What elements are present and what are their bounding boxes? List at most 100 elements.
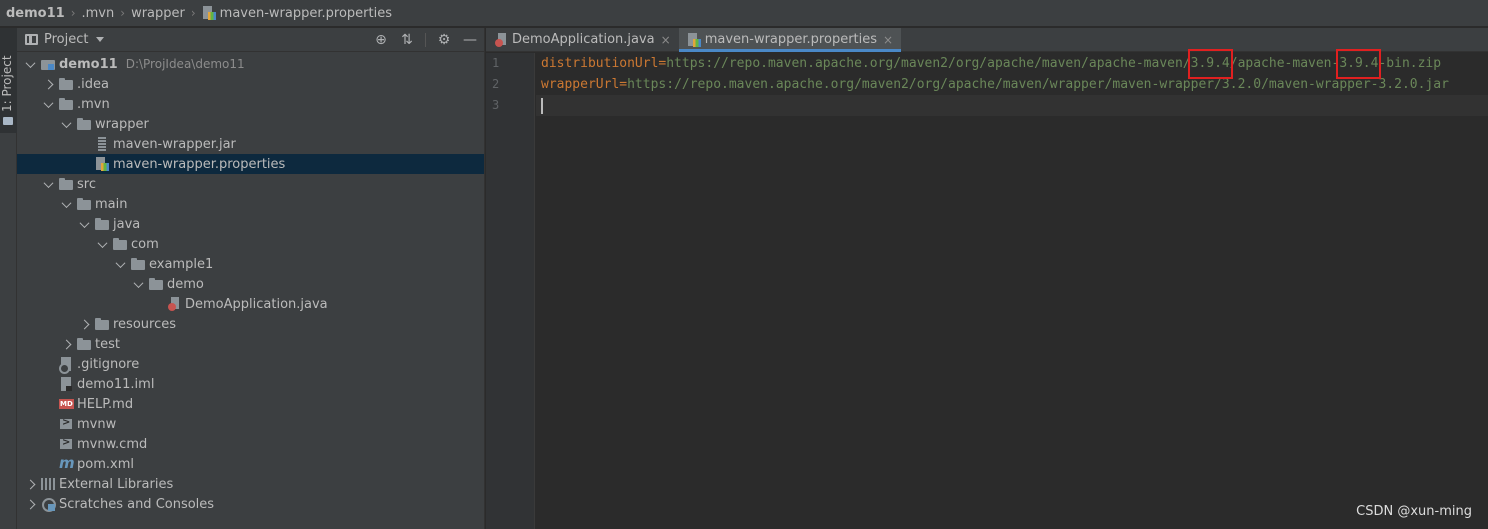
tree-item-mvn[interactable]: .mvn [17, 94, 484, 114]
tree-item-help-md[interactable]: HELP.md [17, 394, 484, 414]
tree-item-label: demo11 [59, 56, 118, 72]
property-value: https://repo.maven.apache.org/maven2/org… [666, 56, 1442, 71]
tree-item-label: resources [113, 316, 177, 332]
chevron-down-icon[interactable] [43, 99, 53, 109]
tree-item-label: .idea [77, 76, 109, 92]
java-icon [167, 297, 181, 311]
tree-item-scratches[interactable]: Scratches and Consoles [17, 494, 484, 514]
tree-item-label: demo11.iml [77, 376, 155, 392]
libs-icon [41, 477, 55, 491]
chevron-down-icon[interactable] [133, 279, 143, 289]
close-icon[interactable]: × [883, 33, 893, 47]
tree-item-label: maven-wrapper.properties [113, 156, 286, 172]
property-key: distributionUrl [541, 56, 659, 71]
code-editor[interactable]: distributionUrl=https://repo.maven.apach… [536, 53, 1488, 529]
tree-item-idea[interactable]: .idea [17, 74, 484, 94]
folder-icon [113, 237, 127, 251]
props-icon [95, 157, 109, 171]
md-icon [59, 397, 74, 411]
breadcrumb-mvn[interactable]: .mvn [82, 6, 115, 21]
tree-item-java[interactable]: java [17, 214, 484, 234]
gear-icon[interactable]: ⚙ [436, 32, 452, 48]
tree-item-external-libraries[interactable]: External Libraries [17, 474, 484, 494]
locate-target-icon[interactable]: ⊕ [373, 32, 389, 48]
chevron-down-icon[interactable] [79, 219, 89, 229]
tree-item-com[interactable]: com [17, 234, 484, 254]
tree-item-label: com [131, 236, 159, 252]
watermark: CSDN @xun-ming [1356, 504, 1472, 519]
minimize-icon[interactable]: — [462, 32, 478, 48]
tree-item-gitignore[interactable]: .gitignore [17, 354, 484, 374]
project-panel-toolbar: ⊕ ⇅ ⚙ — [373, 31, 478, 49]
tree-item-demo[interactable]: demo [17, 274, 484, 294]
chevron-right-icon[interactable] [25, 479, 35, 489]
breadcrumb-separator-icon: › [190, 6, 196, 20]
tree-item-label: .mvn [77, 96, 110, 112]
chevron-down-icon[interactable] [43, 179, 53, 189]
tree-item-demoapplication-java[interactable]: DemoApplication.java [17, 294, 484, 314]
tree-item-label: Scratches and Consoles [59, 496, 215, 512]
project-stripe-label: 1: Project [0, 55, 14, 112]
project-path: D:\ProjIdea\demo11 [125, 57, 245, 71]
tree-item-maven-wrapper-jar[interactable]: maven-wrapper.jar [17, 134, 484, 154]
tree-item-example1[interactable]: example1 [17, 254, 484, 274]
project-panel: Project ⊕ ⇅ ⚙ — demo11 D:\ProjIdea\demo11… [17, 28, 485, 529]
close-icon[interactable]: × [661, 33, 671, 47]
tree-item-main[interactable]: main [17, 194, 484, 214]
editor-tab[interactable]: maven-wrapper.properties × [678, 28, 902, 52]
project-view-icon [25, 34, 38, 45]
chevron-down-icon[interactable] [97, 239, 107, 249]
tree-item-demo11-iml[interactable]: demo11.iml [17, 374, 484, 394]
tree-item-label: External Libraries [59, 476, 174, 492]
properties-file-icon [202, 6, 216, 20]
toolbar-divider [425, 33, 426, 47]
code-line[interactable] [536, 95, 1488, 116]
scratch-icon [41, 497, 56, 512]
tree-item-test[interactable]: test [17, 334, 484, 354]
line-number-gutter: 1 2 3 [486, 53, 535, 529]
folder-icon [59, 177, 73, 191]
breadcrumb-project[interactable]: demo11 [6, 6, 65, 21]
tree-item-maven-wrapper-properties[interactable]: maven-wrapper.properties [17, 154, 484, 174]
tree-item-mvnw-cmd[interactable]: mvnw.cmd [17, 434, 484, 454]
breadcrumb-wrapper[interactable]: wrapper [131, 6, 185, 21]
project-tree: demo11 D:\ProjIdea\demo11 .idea .mvn wrapper… [17, 52, 484, 514]
text-cursor [541, 98, 543, 114]
tree-item-label: pom.xml [77, 456, 134, 472]
folder-icon [131, 257, 145, 271]
breadcrumb-separator-icon: › [70, 6, 76, 20]
tree-item-demo11[interactable]: demo11 D:\ProjIdea\demo11 [17, 54, 484, 74]
navigation-breadcrumb: demo11 › .mvn › wrapper › maven-wrapper.… [0, 0, 1488, 27]
java-file-icon [494, 32, 508, 47]
tree-item-pom-xml[interactable]: pom.xml [17, 454, 484, 474]
tree-item-label: HELP.md [77, 396, 134, 412]
project-panel-header: Project ⊕ ⇅ ⚙ — [17, 28, 484, 52]
chevron-down-icon[interactable] [61, 199, 71, 209]
tree-item-mvnw[interactable]: mvnw [17, 414, 484, 434]
props-file-icon [687, 32, 701, 47]
breadcrumb-file[interactable]: maven-wrapper.properties [220, 6, 392, 21]
chevron-down-icon[interactable] [61, 119, 71, 129]
folder-icon [77, 117, 91, 131]
chevron-down-icon[interactable] [96, 37, 105, 42]
chevron-right-icon[interactable] [25, 499, 35, 509]
project-view-selector[interactable]: Project [44, 32, 88, 47]
chevron-right-icon[interactable] [43, 79, 53, 89]
chevron-right-icon[interactable] [79, 319, 89, 329]
chevron-down-icon[interactable] [25, 59, 35, 69]
tree-item-resources[interactable]: resources [17, 314, 484, 334]
folder-icon [77, 197, 91, 211]
line-number: 3 [492, 98, 500, 112]
folder-icon [77, 337, 91, 351]
editor-tab[interactable]: DemoApplication.java × [486, 28, 679, 51]
tree-item-label: wrapper [95, 116, 149, 132]
folder-icon [59, 97, 73, 111]
tree-item-wrapper[interactable]: wrapper [17, 114, 484, 134]
tree-item-label: test [95, 336, 120, 352]
project-tool-window-button[interactable]: 1: Project [0, 28, 17, 133]
collapse-all-icon[interactable]: ⇅ [399, 32, 415, 48]
tree-item-label: mvnw [77, 416, 117, 432]
chevron-down-icon[interactable] [115, 259, 125, 269]
tree-item-src[interactable]: src [17, 174, 484, 194]
chevron-right-icon[interactable] [61, 339, 71, 349]
